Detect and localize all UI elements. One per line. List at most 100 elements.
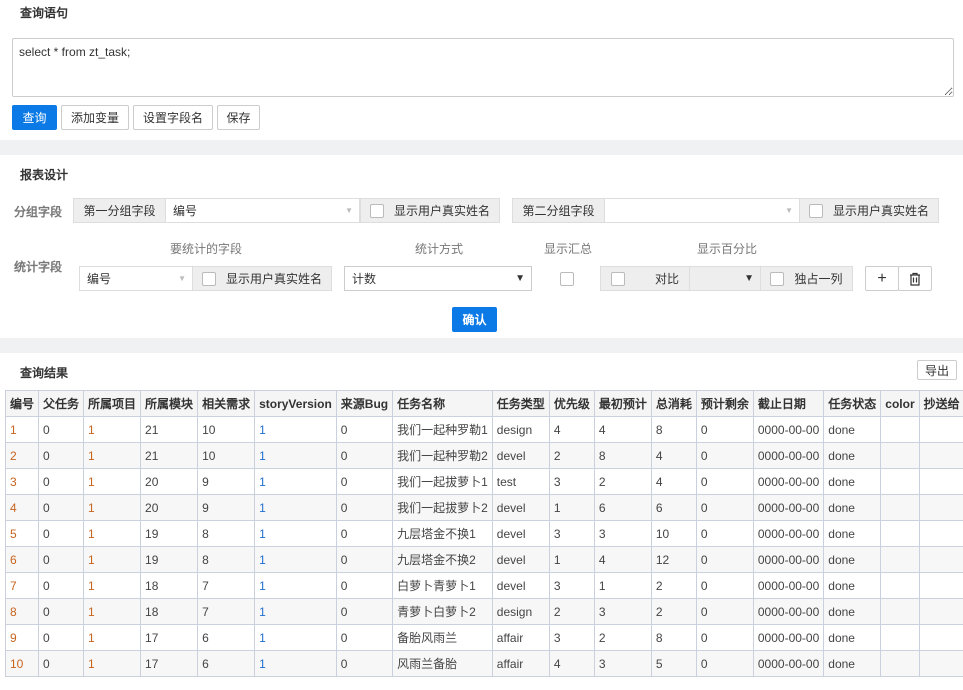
column-header[interactable]: 任务类型 (491, 390, 550, 417)
query-title: 查询语句 (20, 6, 69, 20)
column-header[interactable]: 编号 (4, 390, 40, 417)
caret-down-icon: ▼ (785, 206, 793, 215)
table-cell: 我们一起种罗勒1 (392, 416, 493, 443)
own-column-toggle[interactable]: 独占一列 (760, 266, 853, 291)
column-header[interactable]: 截止日期 (752, 390, 825, 417)
first-group-select[interactable]: 编号 ▼ (165, 198, 360, 223)
add-stat-button[interactable]: + (865, 266, 899, 291)
column-header[interactable]: 抄送给 (918, 390, 963, 417)
caret-down-icon: ▼ (744, 273, 754, 284)
column-header[interactable]: storyVersion (254, 390, 337, 417)
own-column-label: 独占一列 (794, 272, 843, 286)
checkbox[interactable] (611, 271, 625, 286)
column-header[interactable]: 任务名称 (392, 390, 493, 417)
checkbox[interactable] (201, 271, 216, 286)
column-header[interactable]: 最初预计 (593, 390, 652, 417)
table-cell: 3 (593, 520, 652, 547)
table-cell: 0 (695, 624, 754, 651)
column-header[interactable]: 所属模块 (140, 390, 199, 417)
result-table: 编号 父任务 所属项目 所属模块 相关需求 storyVersion 来源Bug 任务名称 任务… (4, 390, 963, 677)
column-header[interactable]: 父任务 (38, 390, 85, 417)
table-cell: 0000-00-00 (752, 598, 825, 625)
column-header[interactable]: 所属项目 (83, 390, 142, 417)
table-cell (880, 416, 920, 443)
second-group-select[interactable]: ▼ (604, 198, 800, 223)
stat-real-name-toggle[interactable]: 显示用户真实姓名 (192, 266, 332, 291)
table-cell: 备胎风雨兰 (392, 624, 493, 651)
table-cell: 9 (197, 468, 256, 495)
table-cell: 九层塔金不换1 (392, 520, 493, 547)
table-row: 1 0 1 21 10 1 0 我们一起种罗勒1 design 4 4 8 0 0000-00-00 don… (4, 416, 963, 443)
table-cell: 3 (593, 650, 652, 677)
table-cell: 2 (4, 442, 40, 469)
table-cell (880, 598, 920, 625)
caret-down-icon: ▼ (515, 273, 525, 284)
table-cell: done (823, 572, 882, 599)
table-cell (880, 624, 920, 651)
checkbox[interactable] (770, 271, 785, 286)
first-group-addon: 第一分组字段 (73, 198, 166, 223)
checkbox[interactable] (808, 203, 823, 218)
column-header[interactable]: 总消耗 (650, 390, 697, 417)
table-cell: affair (491, 624, 550, 651)
real-name-label: 显示用户真实姓名 (225, 272, 322, 286)
table-cell: 1 (254, 442, 337, 469)
table-cell: 风雨兰备胎 (392, 650, 493, 677)
column-header[interactable]: 来源Bug (335, 390, 394, 417)
table-cell: 1 (83, 494, 142, 521)
table-cell: 0 (335, 442, 394, 469)
column-header[interactable]: color (880, 390, 920, 417)
table-cell (918, 572, 963, 599)
column-header[interactable]: 相关需求 (197, 390, 256, 417)
second-real-name-toggle[interactable]: 显示用户真实姓名 (799, 198, 939, 223)
table-cell: 0 (38, 572, 85, 599)
table-cell: 3 (548, 572, 595, 599)
table-cell: devel (491, 572, 550, 599)
column-header[interactable]: 优先级 (548, 390, 595, 417)
delete-stat-button[interactable] (898, 266, 932, 291)
table-cell: 0 (695, 416, 754, 443)
table-cell: 0 (38, 624, 85, 651)
table-cell: 0 (38, 598, 85, 625)
first-real-name-toggle[interactable]: 显示用户真实姓名 (360, 198, 500, 223)
table-cell: 6 (593, 494, 652, 521)
stat-field-select[interactable]: 编号 ▼ (79, 266, 193, 291)
table-cell: 1 (83, 442, 142, 469)
table-cell: devel (491, 494, 550, 521)
table-cell (918, 416, 963, 443)
query-button[interactable]: 查询 (12, 105, 57, 130)
table-row: 5 0 1 19 8 1 0 九层塔金不换1 devel 3 3 10 0 0000-00-00 done (4, 520, 963, 547)
compare-toggle[interactable]: 对比 (600, 266, 690, 291)
table-cell: 10 (4, 650, 40, 677)
caret-down-icon: ▼ (345, 206, 353, 215)
checkbox[interactable] (369, 203, 384, 218)
table-cell: 1 (83, 416, 142, 443)
table-cell: 0 (335, 650, 394, 677)
col-method-header: 统计方式 (415, 242, 464, 256)
table-cell: design (491, 598, 550, 625)
set-field-name-button[interactable]: 设置字段名 (133, 105, 213, 130)
table-cell: done (823, 624, 882, 651)
sql-input[interactable]: select * from zt_task; (12, 38, 954, 97)
table-cell: done (823, 546, 882, 573)
table-cell: 9 (197, 494, 256, 521)
table-cell: 10 (197, 442, 256, 469)
export-button[interactable]: 导出 (917, 360, 957, 380)
stat-label: 统计字段 (14, 260, 63, 274)
show-total-checkbox[interactable] (560, 272, 574, 286)
col-field-header: 要统计的字段 (170, 242, 243, 256)
table-cell: 我们一起拔萝卜1 (392, 468, 493, 495)
confirm-button[interactable]: 确认 (452, 307, 497, 332)
stat-method-select[interactable]: 计数 ▼ (344, 266, 532, 291)
table-cell: 6 (197, 624, 256, 651)
group-label: 分组字段 (14, 205, 63, 219)
column-header[interactable]: 任务状态 (823, 390, 882, 417)
table-cell: 0 (335, 416, 394, 443)
save-button[interactable]: 保存 (217, 105, 260, 130)
column-header[interactable]: 预计剩余 (695, 390, 754, 417)
table-cell: 7 (197, 598, 256, 625)
table-cell: 4 (593, 416, 652, 443)
add-variable-button[interactable]: 添加变量 (61, 105, 129, 130)
percent-select[interactable]: ▼ (689, 266, 761, 291)
table-cell: 1 (254, 624, 337, 651)
